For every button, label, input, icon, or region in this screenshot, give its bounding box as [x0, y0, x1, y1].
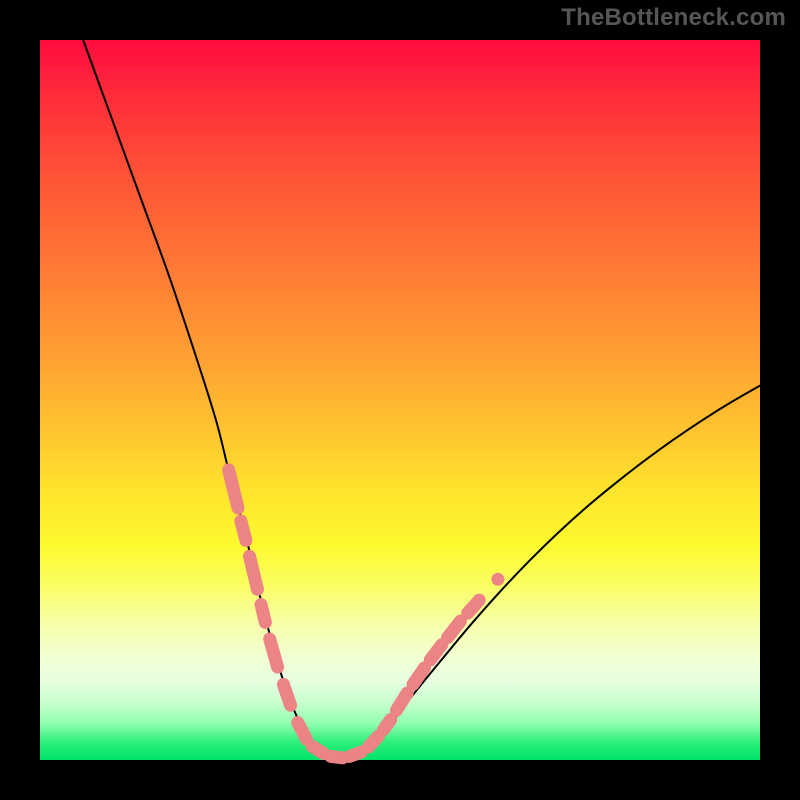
marker-dot	[491, 573, 504, 586]
marker-segment	[241, 521, 246, 540]
bottleneck-curve	[83, 40, 760, 758]
curve-markers	[229, 470, 505, 758]
marker-segment	[396, 693, 407, 710]
marker-segment	[448, 621, 461, 638]
marker-segment	[350, 752, 362, 756]
marker-segment	[312, 746, 324, 753]
marker-segment	[250, 556, 258, 589]
marker-segment	[383, 720, 390, 730]
watermark-text: TheBottleneck.com	[561, 4, 786, 32]
curve-layer	[40, 40, 760, 760]
marker-segment	[283, 684, 290, 705]
marker-segment	[270, 639, 278, 667]
gradient-plot-area	[40, 40, 760, 760]
marker-segment	[468, 600, 480, 613]
app-frame: TheBottleneck.com	[0, 0, 800, 800]
marker-segment	[331, 756, 343, 757]
marker-segment	[229, 470, 238, 508]
marker-segment	[368, 736, 378, 747]
marker-segment	[430, 645, 442, 660]
marker-segment	[261, 604, 265, 622]
marker-segment	[298, 723, 307, 740]
